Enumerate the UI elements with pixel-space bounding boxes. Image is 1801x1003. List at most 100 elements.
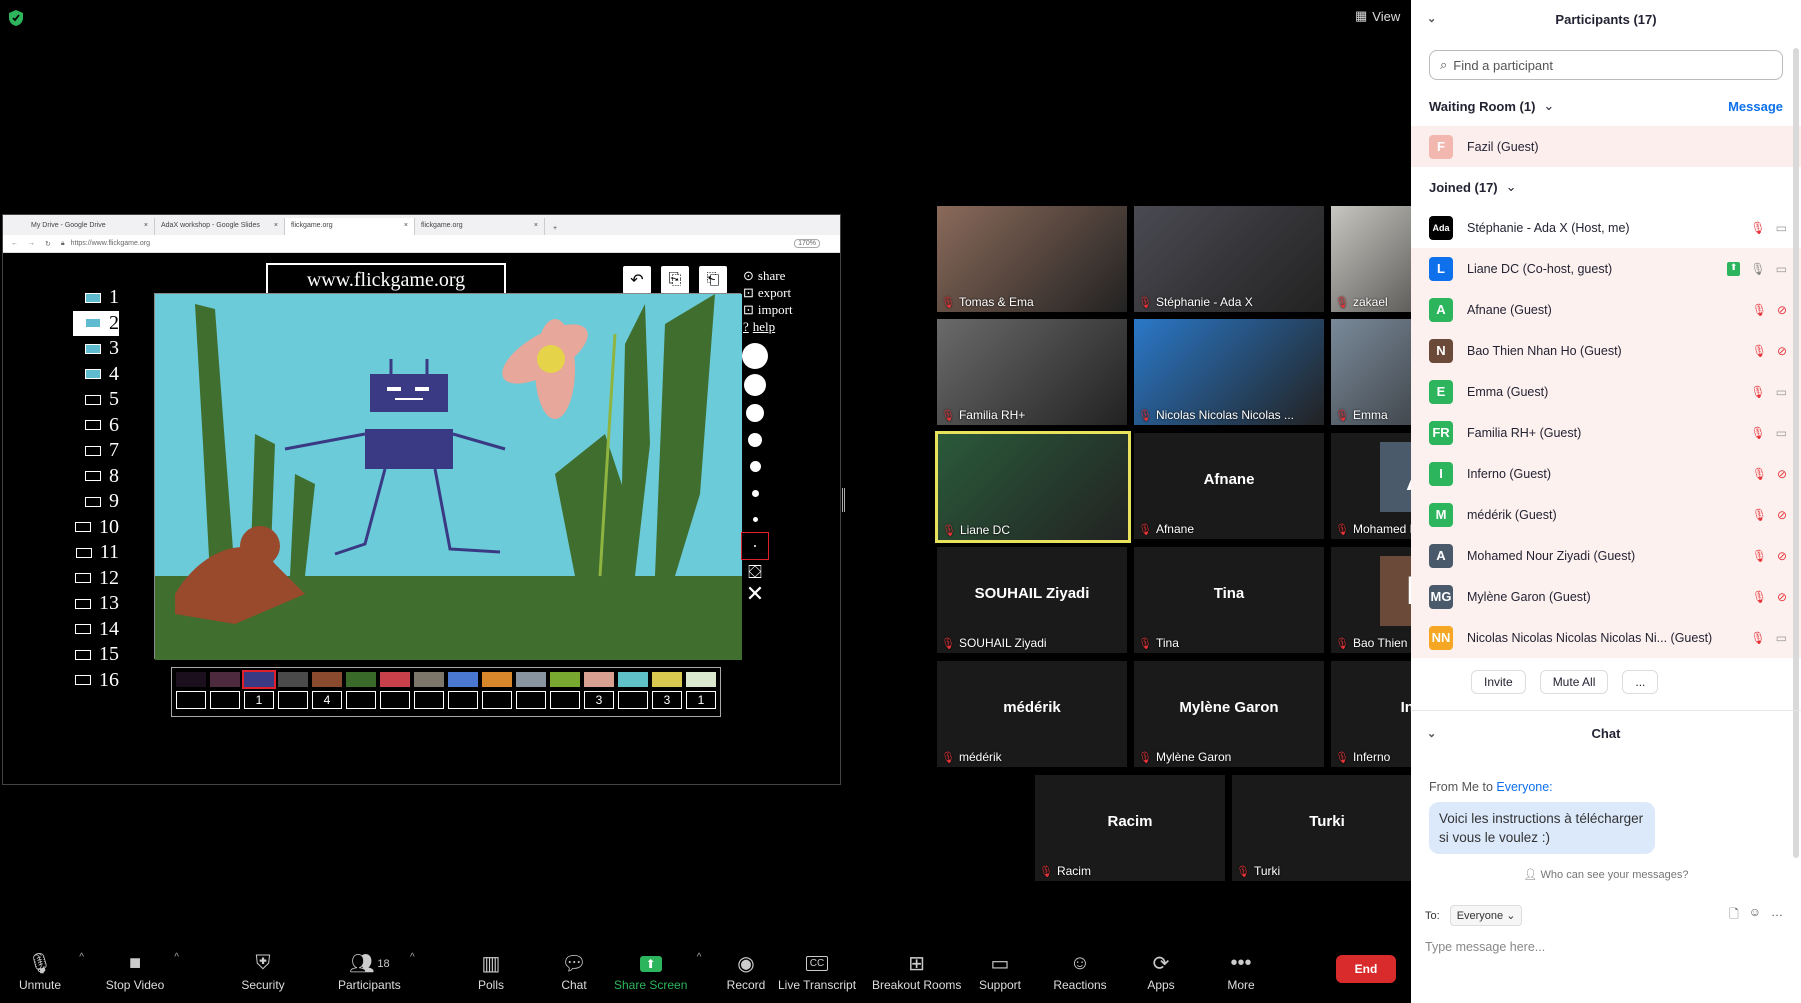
- unmute-button[interactable]: 🎙︎ Unmute ^: [10, 950, 84, 992]
- frame-item[interactable]: 8: [73, 464, 119, 490]
- zoom-level[interactable]: 170%: [794, 239, 820, 248]
- clear-icon[interactable]: ✕: [737, 583, 773, 605]
- brush-size-selected[interactable]: [741, 532, 769, 560]
- joined-header[interactable]: Joined (17) ⌄: [1411, 167, 1801, 207]
- mic-off-icon[interactable]: 🎙︎: [1752, 467, 1767, 481]
- link-target-box[interactable]: [618, 691, 648, 709]
- live-transcript-button[interactable]: CC Live Transcript: [778, 950, 856, 992]
- color-swatch[interactable]: [618, 672, 648, 687]
- close-icon[interactable]: ×: [534, 222, 538, 231]
- participant-row[interactable]: Mmédérik (Guest) 🎙︎ ⊘: [1411, 494, 1801, 535]
- video-off-icon[interactable]: ⊘: [1777, 590, 1787, 604]
- frame-item[interactable]: 15: [73, 642, 119, 668]
- color-swatch[interactable]: [278, 672, 308, 687]
- link-target-box[interactable]: [482, 691, 512, 709]
- split-handle[interactable]: [842, 488, 845, 512]
- frame-item[interactable]: 9: [73, 489, 119, 515]
- browser-tab[interactable]: My Drive - Google Drive ×: [25, 218, 155, 235]
- video-icon[interactable]: ▭: [1776, 631, 1787, 645]
- brush-size-option[interactable]: [746, 404, 764, 422]
- caret-up-icon[interactable]: ^: [697, 952, 702, 963]
- participants-button[interactable]: 👥︎ 18 Participants ^: [338, 950, 415, 992]
- mute-all-button[interactable]: Mute All: [1539, 670, 1609, 694]
- video-tile[interactable]: 🎙︎ Nicolas Nicolas Nicolas ...: [1134, 319, 1324, 425]
- browser-tab[interactable]: AdaX workshop - Google Slides ×: [155, 218, 285, 235]
- mic-off-icon[interactable]: 🎙︎: [1752, 549, 1767, 563]
- mic-off-icon[interactable]: 🎙︎: [1750, 221, 1765, 235]
- frame-item[interactable]: 12: [73, 566, 119, 592]
- frame-item[interactable]: 4: [73, 362, 119, 388]
- participant-row[interactable]: F Fazil (Guest): [1411, 126, 1801, 167]
- video-tile[interactable]: 🎙︎ Liane DC: [935, 431, 1131, 543]
- mic-icon[interactable]: 🎙︎: [1750, 262, 1765, 276]
- frame-item[interactable]: 7: [73, 438, 119, 464]
- url-field[interactable]: 🔒︎ https://www.flickgame.org: [61, 240, 784, 248]
- frame-item[interactable]: 13: [73, 591, 119, 617]
- color-swatch[interactable]: [346, 672, 376, 687]
- color-swatch[interactable]: [686, 672, 716, 687]
- stop-video-button[interactable]: ■ Stop Video ^: [105, 950, 179, 992]
- caret-up-icon[interactable]: ^: [410, 952, 415, 963]
- share-screen-button[interactable]: ⬆ Share Screen ^: [614, 950, 701, 992]
- mic-off-icon[interactable]: 🎙︎: [1752, 508, 1767, 522]
- undo-icon[interactable]: ↶: [623, 266, 651, 294]
- color-swatch[interactable]: [482, 672, 512, 687]
- color-swatch[interactable]: [516, 672, 546, 687]
- color-swatch[interactable]: [652, 672, 682, 687]
- share-link[interactable]: ⊙ share: [743, 267, 793, 284]
- participant-row[interactable]: L Liane DC (Co-host, guest) ⬆ 🎙︎ ▭: [1411, 248, 1801, 289]
- video-tile[interactable]: 🎙︎ Stéphanie - Ada X: [1134, 206, 1324, 312]
- new-tab-icon[interactable]: +: [545, 225, 565, 235]
- who-can-see-link[interactable]: 👤︎ Who can see your messages?: [1411, 868, 1801, 881]
- video-icon[interactable]: ▭: [1776, 426, 1787, 440]
- emoji-icon[interactable]: ☺: [1749, 905, 1761, 926]
- participant-row[interactable]: MG Mylène Garon (Guest) 🎙︎ ⊘: [1411, 576, 1801, 617]
- mic-off-icon[interactable]: 🎙︎: [1750, 385, 1765, 399]
- apps-button[interactable]: ⟳ Apps: [1131, 950, 1191, 992]
- paste-icon[interactable]: ⎗: [699, 266, 727, 294]
- participant-row[interactable]: I Inferno (Guest) 🎙︎ ⊘: [1411, 453, 1801, 494]
- participant-row[interactable]: N Bao Thien Nhan Ho (Guest) 🎙︎ ⊘: [1411, 330, 1801, 371]
- color-swatch[interactable]: [448, 672, 478, 687]
- caret-up-icon[interactable]: ^: [79, 952, 84, 963]
- close-icon[interactable]: ×: [404, 222, 408, 231]
- invite-button[interactable]: Invite: [1471, 670, 1526, 694]
- chat-input[interactable]: Type message here...: [1411, 926, 1801, 954]
- link-target-box[interactable]: [516, 691, 546, 709]
- participant-search[interactable]: ⌕ Find a participant: [1429, 50, 1783, 80]
- frame-item[interactable]: 6: [73, 413, 119, 439]
- video-tile[interactable]: 🎙︎ Tomas & Ema: [937, 206, 1127, 312]
- export-link[interactable]: ⊡ export: [743, 284, 793, 301]
- link-target-box[interactable]: [210, 691, 240, 709]
- reactions-button[interactable]: ☺ Reactions: [1050, 950, 1110, 992]
- video-tile[interactable]: Racim 🎙︎ Racim: [1035, 775, 1225, 881]
- mic-off-icon[interactable]: 🎙︎: [1750, 631, 1765, 645]
- chevron-down-icon[interactable]: ⌄: [1427, 12, 1436, 25]
- participant-row[interactable]: Ada Stéphanie - Ada X (Host, me) 🎙︎ ▭: [1411, 207, 1801, 248]
- copy-icon[interactable]: ⎘: [661, 266, 689, 294]
- frame-item[interactable]: 1: [73, 285, 119, 311]
- video-off-icon[interactable]: ⊘: [1777, 467, 1787, 481]
- link-target-box[interactable]: [346, 691, 376, 709]
- video-off-icon[interactable]: ⊘: [1777, 344, 1787, 358]
- frame-item[interactable]: 14: [73, 617, 119, 643]
- link-target-box[interactable]: [278, 691, 308, 709]
- more-options-button[interactable]: ...: [1622, 670, 1659, 694]
- link-target-box[interactable]: [448, 691, 478, 709]
- video-icon[interactable]: ▭: [1776, 262, 1787, 276]
- import-link[interactable]: ⊡ import: [743, 301, 793, 318]
- recipient-dropdown[interactable]: Everyone ⌄: [1449, 905, 1523, 926]
- video-tile[interactable]: médérik 🎙︎ médérik: [937, 661, 1127, 767]
- mic-off-icon[interactable]: 🎙︎: [1752, 344, 1767, 358]
- video-tile[interactable]: 🎙︎ Familia RH+: [937, 319, 1127, 425]
- more-button[interactable]: ••• More: [1211, 950, 1271, 992]
- close-icon[interactable]: ×: [274, 222, 278, 231]
- video-tile[interactable]: Turki 🎙︎ Turki: [1232, 775, 1422, 881]
- brush-size-option[interactable]: [742, 343, 768, 369]
- brush-size-option[interactable]: [748, 433, 762, 447]
- link-target-box[interactable]: [176, 691, 206, 709]
- participant-row[interactable]: NN Nicolas Nicolas Nicolas Nicolas Ni... …: [1411, 617, 1801, 658]
- brush-size-option[interactable]: [749, 461, 761, 472]
- frame-item[interactable]: 5: [73, 387, 119, 413]
- mic-off-icon[interactable]: 🎙︎: [1750, 426, 1765, 440]
